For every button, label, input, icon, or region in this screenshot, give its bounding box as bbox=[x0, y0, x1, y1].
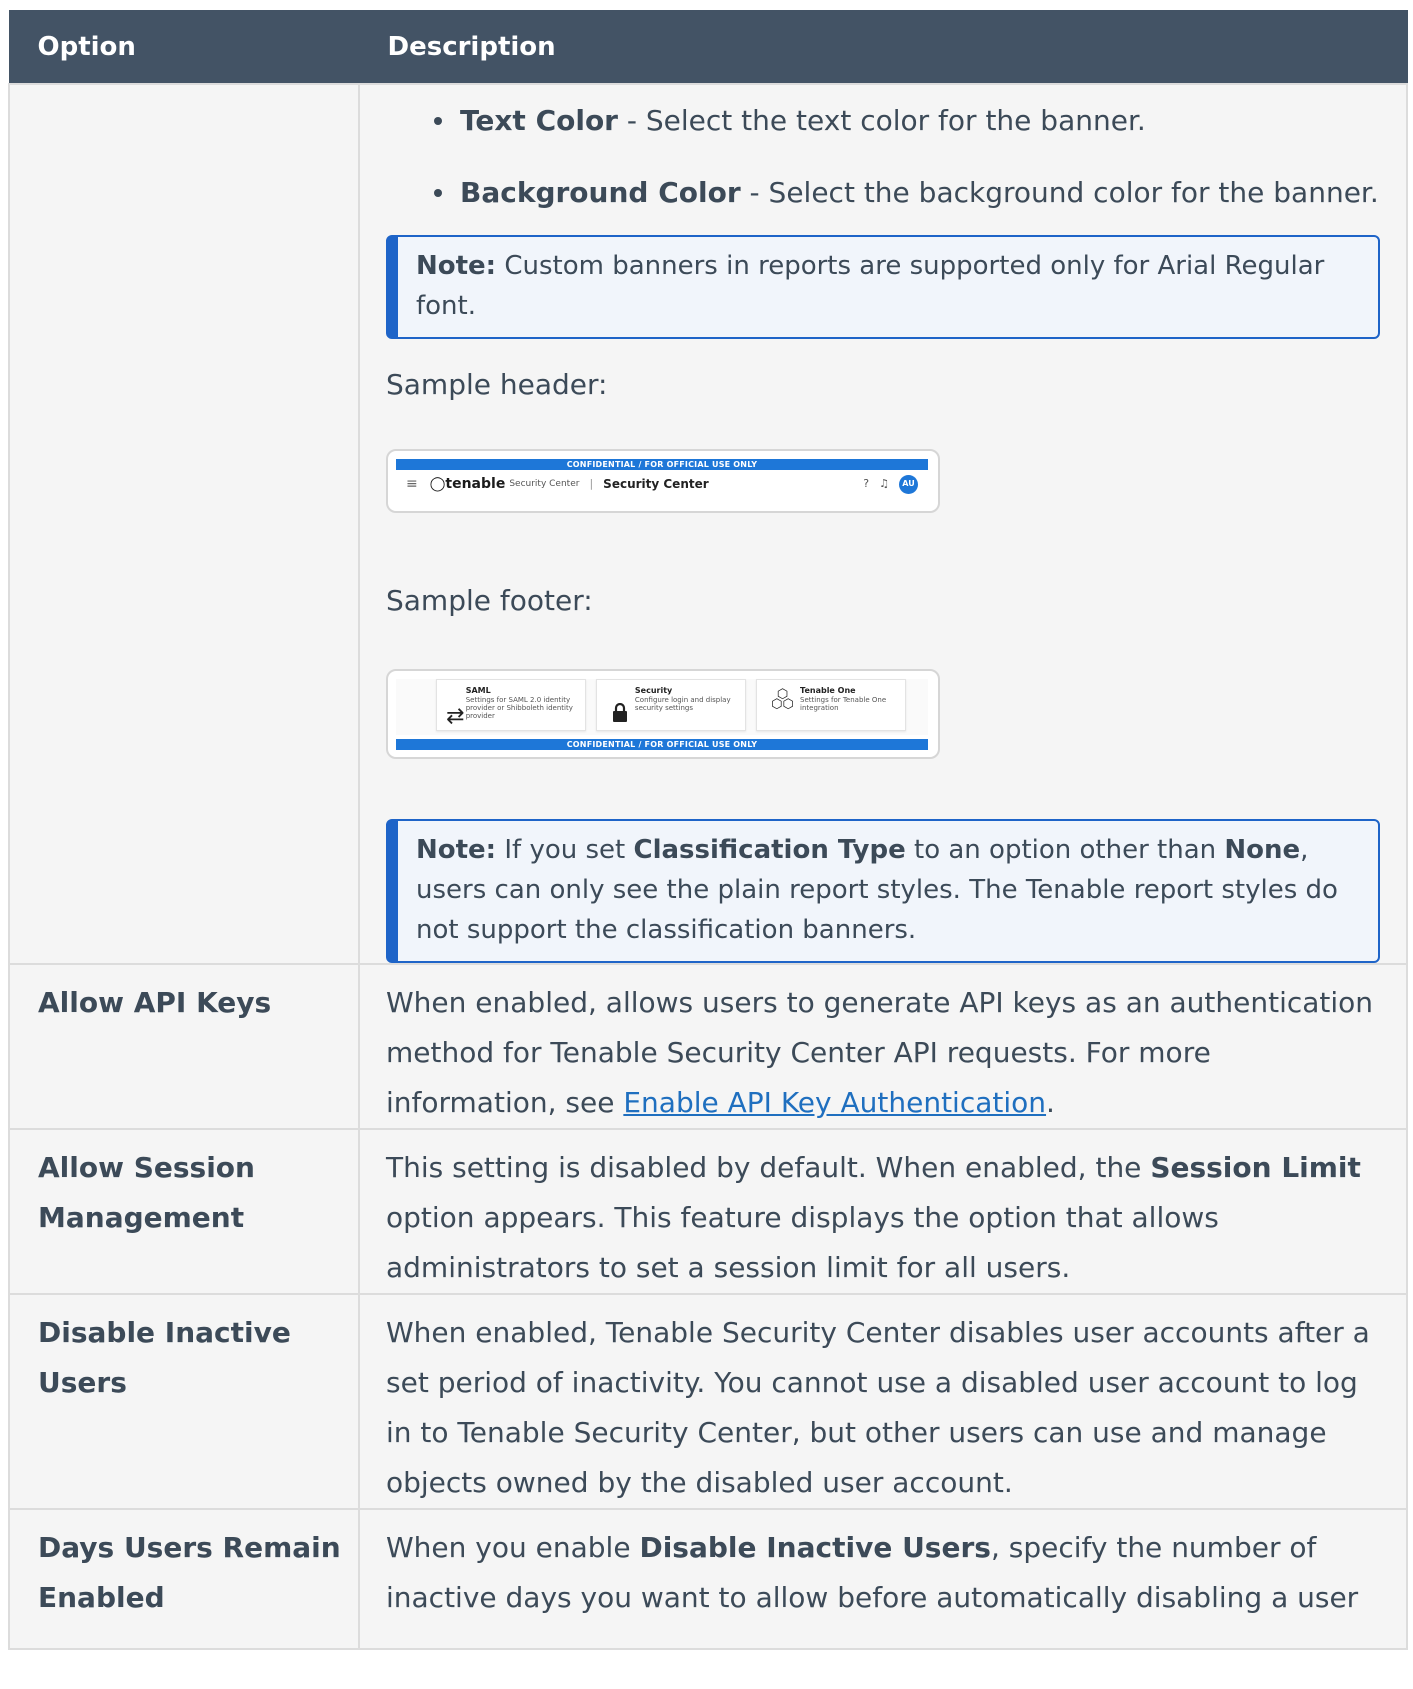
classification-banner: CONFIDENTIAL / FOR OFFICIAL USE ONLY bbox=[396, 739, 928, 750]
option-name: Days Users Remain Enabled bbox=[8, 1508, 360, 1650]
help-icon: ? bbox=[863, 477, 870, 490]
note-label: Note: bbox=[416, 835, 497, 865]
option-description: This setting is disabled by default. Whe… bbox=[358, 1128, 1408, 1295]
note-text: Custom banners in reports are supported … bbox=[416, 251, 1325, 321]
tenable-logo: ◯tenable bbox=[429, 476, 506, 492]
list-item: Text Color - Select the text color for t… bbox=[434, 85, 1380, 157]
card-tenable-one: ⬡ ⬡⬡ Tenable One Settings for Tenable One … bbox=[756, 679, 906, 731]
card-saml: ⇄ SAML Settings for SAML 2.0 identity pro… bbox=[436, 679, 586, 731]
banner-settings-list: Text Color - Select the text color for t… bbox=[386, 85, 1380, 229]
header-option: Option bbox=[8, 10, 360, 85]
bell-icon: ♫ bbox=[879, 477, 889, 490]
lock-icon bbox=[605, 686, 635, 742]
table-row: Days Users Remain Enabled When you enabl… bbox=[8, 1508, 1408, 1650]
option-description: When enabled, allows users to generate A… bbox=[358, 963, 1408, 1130]
table-row: Allow API Keys When enabled, allows user… bbox=[8, 963, 1408, 1130]
description-cell: Text Color - Select the text color for t… bbox=[358, 83, 1408, 965]
note-callout: Note: Custom banners in reports are supp… bbox=[386, 235, 1380, 339]
note-label: Note: bbox=[416, 251, 497, 281]
divider: | bbox=[589, 477, 594, 490]
note-callout: Note: If you set Classification Type to … bbox=[386, 819, 1380, 963]
app-title: Security Center bbox=[603, 477, 709, 491]
card-security: Security Configure login and display secu… bbox=[596, 679, 746, 731]
option-cell-empty bbox=[8, 83, 360, 965]
sample-footer-image: ⇄ SAML Settings for SAML 2.0 identity pro… bbox=[386, 669, 940, 759]
bullet-term: Background Color bbox=[460, 176, 741, 209]
bullet-term: Text Color bbox=[460, 104, 618, 137]
hexagons-icon: ⬡ ⬡⬡ bbox=[771, 687, 794, 712]
table-header-row: Option Description bbox=[8, 10, 1408, 85]
option-description: When enabled, Tenable Security Center di… bbox=[358, 1293, 1408, 1510]
table-row: Disable Inactive Users When enabled, Ten… bbox=[8, 1293, 1408, 1510]
option-description: When you enable Disable Inactive Users, … bbox=[358, 1508, 1408, 1650]
option-name: Disable Inactive Users bbox=[8, 1293, 360, 1510]
enable-api-key-link[interactable]: Enable API Key Authentication bbox=[623, 1086, 1046, 1119]
bullet-icon bbox=[434, 117, 442, 125]
options-table: Option Description Text Color - Select t… bbox=[8, 10, 1408, 1650]
bullet-text: - Select the text color for the banner. bbox=[618, 104, 1146, 137]
sample-footer-label: Sample footer: bbox=[386, 584, 593, 617]
logo-subtitle: Security Center bbox=[509, 479, 580, 489]
list-item: Background Color - Select the background… bbox=[434, 157, 1380, 229]
option-name: Allow Session Management bbox=[8, 1128, 360, 1295]
option-name: Allow API Keys bbox=[8, 963, 360, 1130]
swap-arrows-icon: ⇄ bbox=[446, 704, 465, 729]
avatar: AU bbox=[899, 474, 918, 494]
bullet-text: - Select the background color for the ba… bbox=[740, 176, 1379, 209]
table-row: Text Color - Select the text color for t… bbox=[8, 83, 1408, 965]
table-row: Allow Session Management This setting is… bbox=[8, 1128, 1408, 1295]
sample-app-header: ≡ ◯tenable Security Center | Security Ce… bbox=[396, 470, 928, 498]
bullet-icon bbox=[434, 189, 442, 197]
hamburger-menu-icon: ≡ bbox=[406, 476, 418, 492]
settings-cards: ⇄ SAML Settings for SAML 2.0 identity pro… bbox=[396, 679, 928, 735]
sample-header-image: CONFIDENTIAL / FOR OFFICIAL USE ONLY ≡ ◯… bbox=[386, 449, 940, 513]
sample-header-label: Sample header: bbox=[386, 368, 608, 401]
header-description: Description bbox=[358, 10, 1408, 85]
